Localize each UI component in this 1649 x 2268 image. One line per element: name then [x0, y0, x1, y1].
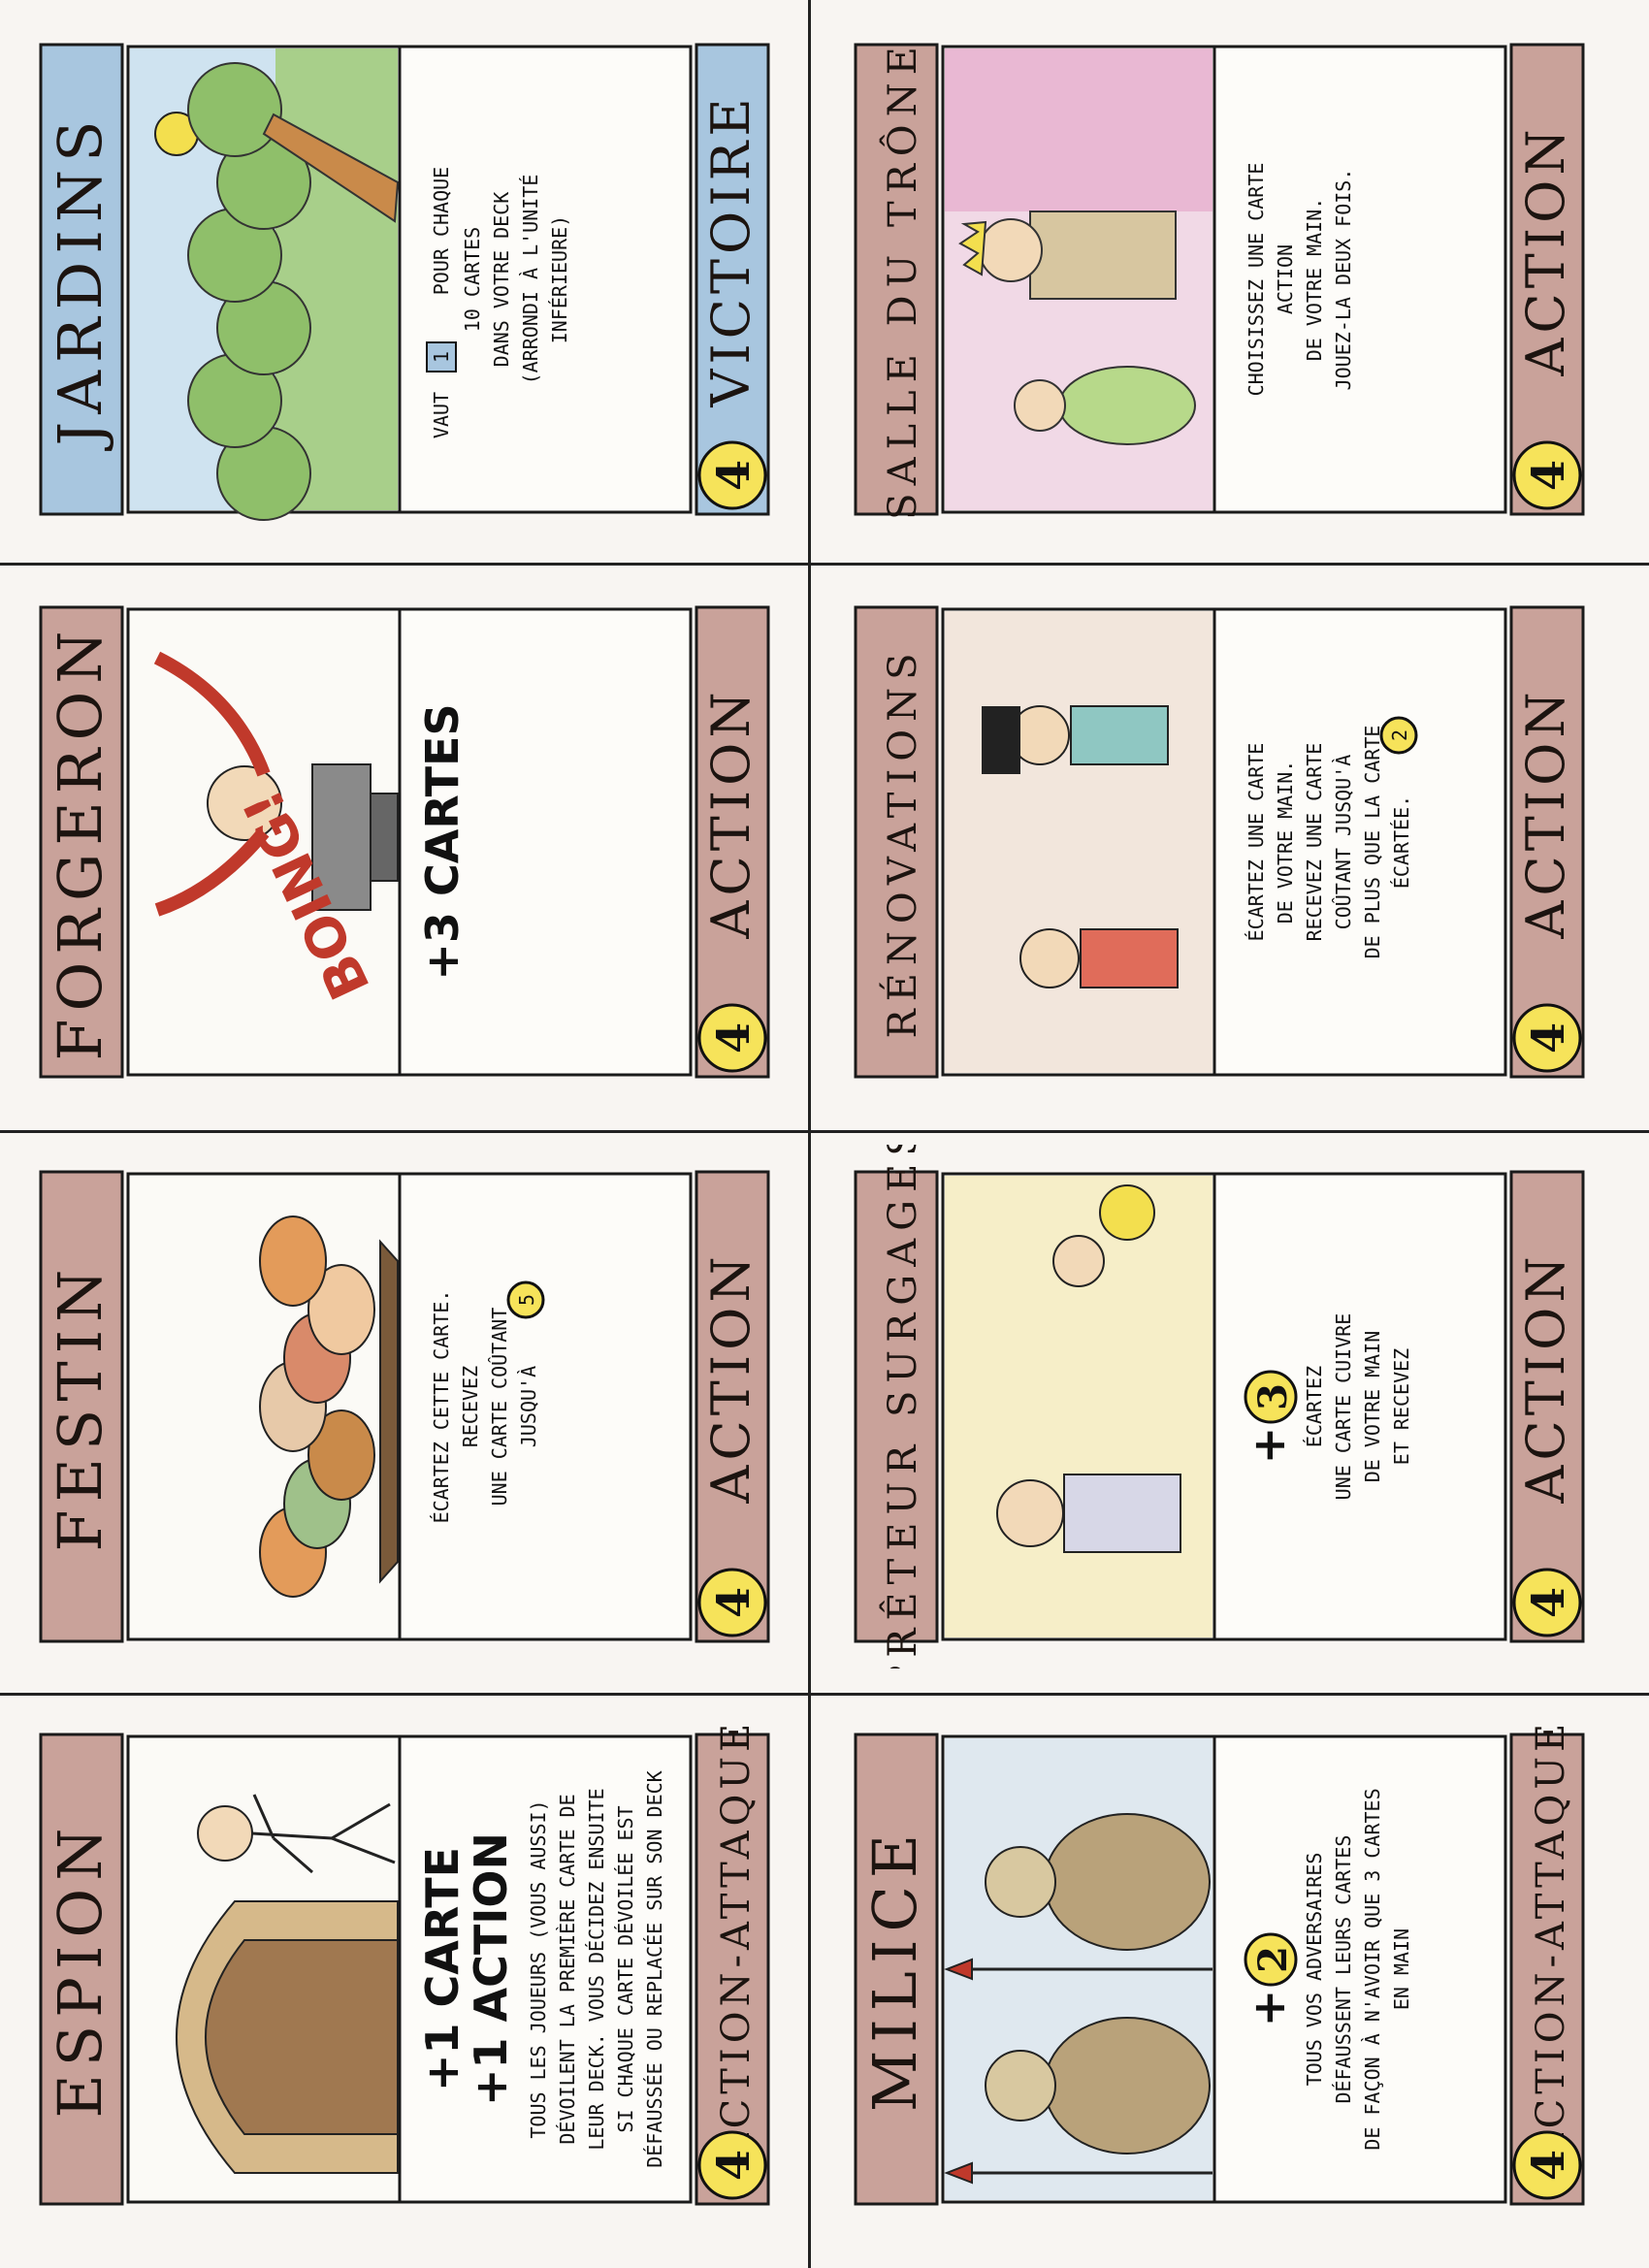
rules-text-line: DE PLUS QUE LA CARTE [1361, 726, 1384, 959]
card-salle-face: SALLE DU TRÔNE CHOISISSEZ UNE CARTE ACTION… [854, 39, 1585, 520]
bonus-text: +1 ACTION [465, 1832, 517, 2106]
card-type: ACTION-ATTAQUE [1529, 1719, 1573, 2162]
victory-point-value: 1 [430, 351, 453, 363]
card-title: RÉNOVATIONS [880, 646, 925, 1039]
card-type: ACTION [1515, 124, 1576, 376]
card-type: ACTION [1515, 1251, 1576, 1504]
card-jardins[interactable]: JARDINS VAUT 1 POUR CHAQUE 10 CARTES DANS VOT… [21, 17, 788, 541]
garden-trees-illustration [130, 49, 400, 521]
rules-text-line: ET RECEVEZ [1390, 1348, 1413, 1465]
card-festin[interactable]: FESTIN ÉCARTEZ CETTE CARTE. RECEVEZ UNE CAR… [21, 1145, 788, 1669]
rules-text-line: TOUS LES JOUEURS (VOUS AUSSI) [527, 1799, 550, 2138]
card-title: FORGERON [45, 623, 115, 1060]
card-type: ACTION [700, 1251, 761, 1504]
rules-text-line: RECEVEZ UNE CARTE [1303, 743, 1326, 942]
card-cost: 4 [1522, 1022, 1574, 1053]
rules-text-line: 10 CARTES [461, 227, 484, 332]
cut-line-horizontal-3 [0, 1693, 1649, 1696]
card-title: FESTIN [45, 1262, 115, 1552]
bonus-coin-value: 2 [1250, 1946, 1296, 1973]
card-jardins-face: JARDINS VAUT 1 POUR CHAQUE 10 CARTES DANS VOT… [39, 43, 770, 521]
rules-text-line: DE VOTRE MAIN. [1303, 198, 1326, 362]
cut-line-horizontal-2 [0, 1130, 1649, 1133]
rules-text-line: COÛTANT JUSQU'À [1332, 755, 1355, 930]
rules-text-line: JUSQU'À [517, 1366, 540, 1447]
text-prefix: VAUT [430, 392, 453, 438]
cut-line-vertical [808, 0, 811, 2268]
card-espion-face: ESPION +1 CARTE+1 ACTION TOUS LES JOUEURS … [39, 1719, 770, 2206]
text-coin-value: 5 [515, 1294, 538, 1306]
card-festin-face: FESTIN ÉCARTEZ CETTE CARTE. RECEVEZ UNE CAR… [39, 1170, 770, 1643]
soldiers-spears-illustration [944, 1738, 1212, 2200]
moneylender-illustration [945, 1176, 1212, 1637]
card-salle[interactable]: SALLE DU TRÔNE CHOISISSEZ UNE CARTE ACTION… [836, 17, 1602, 541]
rules-text-line: DE FAÇON À N'AVOIR QUE 3 CARTES [1361, 1788, 1384, 2150]
card-cost: 4 [707, 1022, 760, 1053]
card-type: ACTION [1515, 687, 1576, 939]
rules-text-line: DÉVOILENT LA PREMIÈRE CARTE DE [556, 1794, 579, 2144]
card-milice[interactable]: MILICE +2 TOUS VOS ADVERSAIRES DÉFAUSSENT L… [836, 1707, 1602, 2231]
rules-text-line: ÉCARTEZ CETTE CARTE. [430, 1290, 453, 1524]
card-type: ACTION-ATTAQUE [714, 1719, 759, 2162]
rules-text-line: DÉFAUSSENT LEURS CARTES [1332, 1835, 1355, 2104]
rules-text-line: INFÉRIEURE) [548, 215, 571, 343]
rules-text-line: UNE CARTE COÛTANT [488, 1308, 511, 1507]
rules-text-line: RECEVEZ [459, 1366, 482, 1447]
card-milice-face: MILICE +2 TOUS VOS ADVERSAIRES DÉFAUSSENT L… [854, 1719, 1585, 2206]
bonus-text: +1 CARTE [416, 1847, 469, 2091]
throne-room-illustration [945, 49, 1212, 510]
rules-text-line: DANS VOTRE DECK [490, 192, 513, 368]
card-cost: 4 [707, 1587, 760, 1618]
card-title: PRÊTEUR SURGAGES [880, 1145, 925, 1669]
rules-text-line: JOUEZ-LA DEUX FOIS. [1332, 169, 1355, 391]
rules-text-line: ÉCARTEZ [1303, 1366, 1326, 1447]
card-forgeron-face: FORGERON BOING! +3 CARTES ACTION4 [39, 605, 770, 1079]
bonus-text: +3 CARTES [416, 703, 469, 980]
card-preteur-face: PRÊTEUR SURGAGES +3 ÉCARTEZ UNE CARTE CUIVR… [854, 1145, 1585, 1669]
card-type: ACTION [700, 687, 761, 939]
card-title: MILICE [859, 1827, 930, 2112]
spy-doorway-illustration [176, 1794, 399, 2174]
card-cost: 4 [1522, 1587, 1574, 1618]
card-cost: 4 [707, 2150, 760, 2181]
card-title: SALLE DU TRÔNE [880, 39, 925, 520]
rules-text-line: LEUR DECK. VOUS DÉCIDEZ ENSUITE [585, 1788, 608, 2150]
card-forgeron[interactable]: FORGERON BOING! +3 CARTES ACTION 4 [21, 580, 788, 1104]
card-preteur[interactable]: PRÊTEUR SURGAGES +3 ÉCARTEZ UNE CARTE CUIVR… [836, 1145, 1602, 1669]
card-cost: 4 [1522, 2150, 1574, 2181]
renovation-workers-illustration [945, 611, 1212, 1073]
rules-text-line: DE VOTRE MAIN. [1274, 761, 1297, 924]
plus-sign: + [1243, 1427, 1295, 1465]
rules-text-line: UNE CARTE CUIVRE [1332, 1313, 1355, 1501]
rules-text-line: ÉCARTÉE. [1390, 795, 1413, 889]
card-type: VICTOIRE [700, 93, 761, 407]
rules-text-line: TOUS VOS ADVERSAIRES [1303, 1853, 1326, 2087]
card-renovations[interactable]: RÉNOVATIONS ÉCARTEZ UNE CARTE DE VOTRE MAI… [836, 580, 1602, 1104]
card-cost: 4 [707, 460, 760, 491]
text-suffix: POUR CHAQUE [430, 167, 453, 295]
plus-sign: + [1243, 1990, 1295, 2027]
card-title: JARDINS [45, 113, 115, 451]
bonus-coin-value: 3 [1250, 1383, 1296, 1410]
rules-text-line: DE VOTRE MAIN [1361, 1331, 1384, 1483]
text-coin-value: 2 [1388, 729, 1411, 741]
rules-text-line: EN MAIN [1390, 1928, 1413, 2010]
rules-text-line: ACTION [1274, 244, 1297, 314]
cut-line-horizontal-1 [0, 563, 1649, 566]
rules-text-line: ÉCARTEZ UNE CARTE [1245, 743, 1268, 942]
rules-text-line: SI CHAQUE CARTE DÉVOILÉE EST [614, 1805, 637, 2132]
card-cost: 4 [1522, 460, 1574, 491]
rules-text-line: CHOISISSEZ UNE CARTE [1245, 163, 1268, 397]
card-espion[interactable]: ESPION +1 CARTE +1 ACTION TOUS LES JOUEURS … [21, 1707, 788, 2231]
card-title: ESPION [45, 1820, 115, 2118]
card-renovations-face: RÉNOVATIONS ÉCARTEZ UNE CARTE DE VOTRE MAI… [854, 605, 1585, 1079]
rules-text-line: DÉFAUSSÉE OU REPLACÉE SUR SON DECK [643, 1770, 666, 2167]
rules-text-line: (ARRONDI À L'UNITÉ [519, 175, 542, 385]
